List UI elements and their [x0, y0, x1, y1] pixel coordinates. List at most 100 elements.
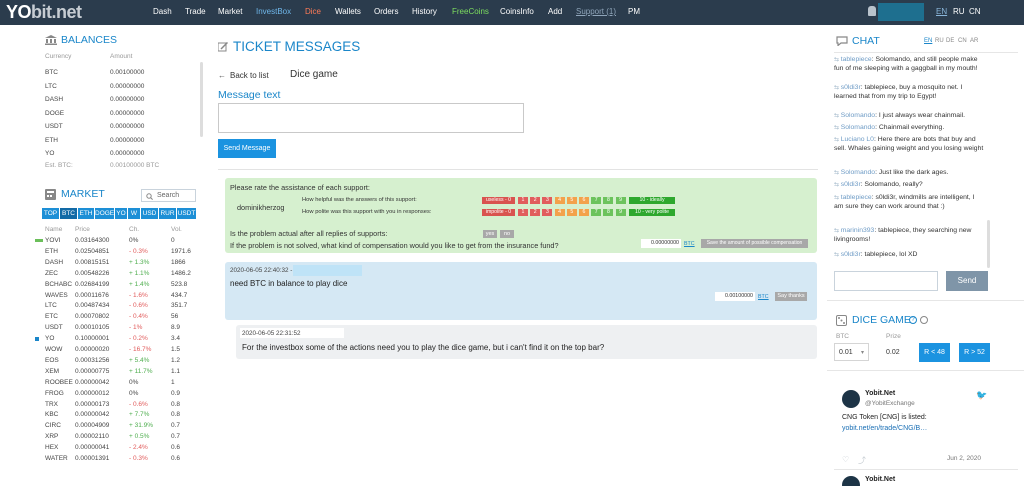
chat-lang-en[interactable]: EN [924, 38, 932, 44]
reply-icon[interactable]: ⇆ [834, 113, 841, 119]
lang-en[interactable]: EN [936, 7, 947, 16]
nav-freecoins[interactable]: FreeCoins [452, 7, 489, 16]
save-compensation-button[interactable]: Save the amount of possible compensation [701, 239, 808, 248]
nav-dash[interactable]: Dash [153, 7, 172, 16]
like-icon[interactable]: ♡ [842, 455, 849, 464]
settings-icon[interactable] [920, 316, 928, 324]
chat-lang-cn[interactable]: CN [958, 38, 967, 44]
market-tab-btc[interactable]: BTC [60, 208, 77, 219]
nav-support-1[interactable]: Support (1) [576, 7, 616, 16]
polite-rate-0[interactable]: impolite - 0 [482, 209, 515, 216]
market-row[interactable] [42, 236, 200, 246]
reply-icon[interactable]: ⇆ [834, 57, 841, 63]
chat-username[interactable]: s0ldi3r [841, 251, 861, 258]
chat-send-button[interactable]: Send [946, 271, 988, 291]
reply-icon[interactable]: ⇆ [834, 137, 841, 143]
chat-username[interactable]: s0ldi3r [841, 84, 861, 91]
compensation-input[interactable]: 0.00000000 [641, 239, 681, 248]
chat-lang-ar[interactable]: AR [970, 38, 978, 44]
polite-rate-2[interactable]: 2 [530, 209, 541, 216]
chat-input[interactable] [834, 271, 938, 291]
market-search-input[interactable]: Search [141, 189, 196, 202]
polite-rate-6[interactable]: 6 [579, 209, 589, 216]
polite-rate-10[interactable]: 10 - very polite [629, 209, 675, 216]
tweet-link[interactable]: yobit.net/en/trade/CNG/B… [842, 425, 927, 432]
nav-add[interactable]: Add [548, 7, 562, 16]
helpful-rate-4[interactable]: 4 [554, 197, 565, 204]
nav-coinsinfo[interactable]: CoinsInfo [500, 7, 534, 16]
user-icon[interactable] [868, 6, 876, 16]
chat-username[interactable]: tablepiece [841, 56, 872, 63]
market-tab-doge[interactable]: DOGE [95, 208, 114, 219]
reply-icon[interactable]: ⇆ [834, 182, 841, 188]
helpful-rate-3[interactable]: 3 [542, 197, 553, 204]
nav-dice[interactable]: Dice [305, 7, 321, 16]
chat-lang-ru[interactable]: RU [935, 38, 944, 44]
roll-over-52-button[interactable]: R > 52 [959, 343, 990, 362]
chat-username[interactable]: Luciano L0 [841, 136, 874, 143]
helpful-rate-2[interactable]: 2 [530, 197, 541, 204]
chat-username[interactable]: s0ldi3r [841, 181, 861, 188]
polite-rate-5[interactable]: 5 [566, 209, 577, 216]
nav-history[interactable]: History [412, 7, 437, 16]
nav-orders[interactable]: Orders [374, 7, 398, 16]
username-box[interactable] [878, 3, 924, 21]
chat-username[interactable]: Solomando [841, 124, 875, 131]
market-tab-eth[interactable]: ETH [78, 208, 94, 219]
help-icon[interactable]: ? [909, 316, 917, 324]
lang-ru[interactable]: RU [953, 7, 965, 16]
back-to-list-link[interactable]: Back to list [230, 71, 269, 80]
back-arrow-icon[interactable]: ← [218, 71, 226, 80]
yobit-logo[interactable]: YObit.net [6, 2, 82, 23]
chat-lang-de[interactable]: DE [946, 38, 954, 44]
helpful-rate-8[interactable]: 8 [603, 197, 614, 204]
polite-rate-3[interactable]: 3 [542, 209, 553, 216]
reply-icon[interactable]: ⇆ [834, 85, 841, 91]
chat-username[interactable]: Solomando [841, 112, 875, 119]
reply-icon[interactable]: ⇆ [834, 228, 841, 234]
thanks-amount-input[interactable]: 0.00100000 [715, 292, 755, 301]
helpful-rate-0[interactable]: useless - 0 [482, 197, 515, 204]
chat-scrollbar[interactable] [987, 220, 990, 268]
polite-rate-4[interactable]: 4 [554, 209, 565, 216]
lang-cn[interactable]: CN [969, 7, 981, 16]
market-tab-top[interactable]: TOP [42, 208, 59, 219]
say-thanks-button[interactable]: Say thanks [775, 292, 807, 301]
nav-pm[interactable]: PM [628, 7, 640, 16]
market-tab-usd[interactable]: USD [141, 208, 158, 219]
helpful-rate-9[interactable]: 9 [615, 197, 626, 204]
message-textarea[interactable] [218, 103, 524, 133]
send-message-button[interactable]: Send Message [218, 139, 276, 158]
twitter-icon[interactable]: 🐦 [976, 390, 987, 401]
share-icon[interactable]: ⤴ [858, 455, 866, 466]
balances-scrollbar[interactable] [200, 62, 203, 137]
helpful-rate-7[interactable]: 7 [591, 197, 602, 204]
polite-rate-9[interactable]: 9 [615, 209, 626, 216]
helpful-rate-6[interactable]: 6 [579, 197, 589, 204]
chat-username[interactable]: marinin393 [841, 227, 875, 234]
helpful-rate-5[interactable]: 5 [566, 197, 577, 204]
polite-rate-7[interactable]: 7 [591, 209, 602, 216]
market-tab-w[interactable]: W [128, 208, 140, 219]
chat-username[interactable]: tablepiece [841, 194, 872, 201]
polite-rate-1[interactable]: 1 [518, 209, 528, 216]
helpful-rate-10[interactable]: 10 - ideally [629, 197, 675, 204]
nav-investbox[interactable]: InvestBox [256, 7, 291, 16]
market-tab-yo[interactable]: YO [115, 208, 127, 219]
yes-button[interactable]: yes [483, 230, 497, 238]
helpful-rate-1[interactable]: 1 [518, 197, 528, 204]
nav-wallets[interactable]: Wallets [335, 7, 361, 16]
reply-icon[interactable]: ⇆ [834, 252, 841, 258]
reply-icon[interactable]: ⇆ [834, 170, 841, 176]
market-tab-usdt[interactable]: USDT [177, 208, 196, 219]
polite-rate-8[interactable]: 8 [603, 209, 614, 216]
chat-username[interactable]: Solomando [841, 169, 875, 176]
market-tab-rur[interactable]: RUR [159, 208, 176, 219]
no-button[interactable]: no [500, 230, 514, 238]
reply-icon[interactable]: ⇆ [834, 125, 841, 131]
dice-bet-select[interactable]: 0.01 ▾ [834, 343, 869, 361]
roll-under-48-button[interactable]: R < 48 [919, 343, 950, 362]
nav-market[interactable]: Market [218, 7, 242, 16]
nav-trade[interactable]: Trade [185, 7, 206, 16]
reply-icon[interactable]: ⇆ [834, 195, 841, 201]
